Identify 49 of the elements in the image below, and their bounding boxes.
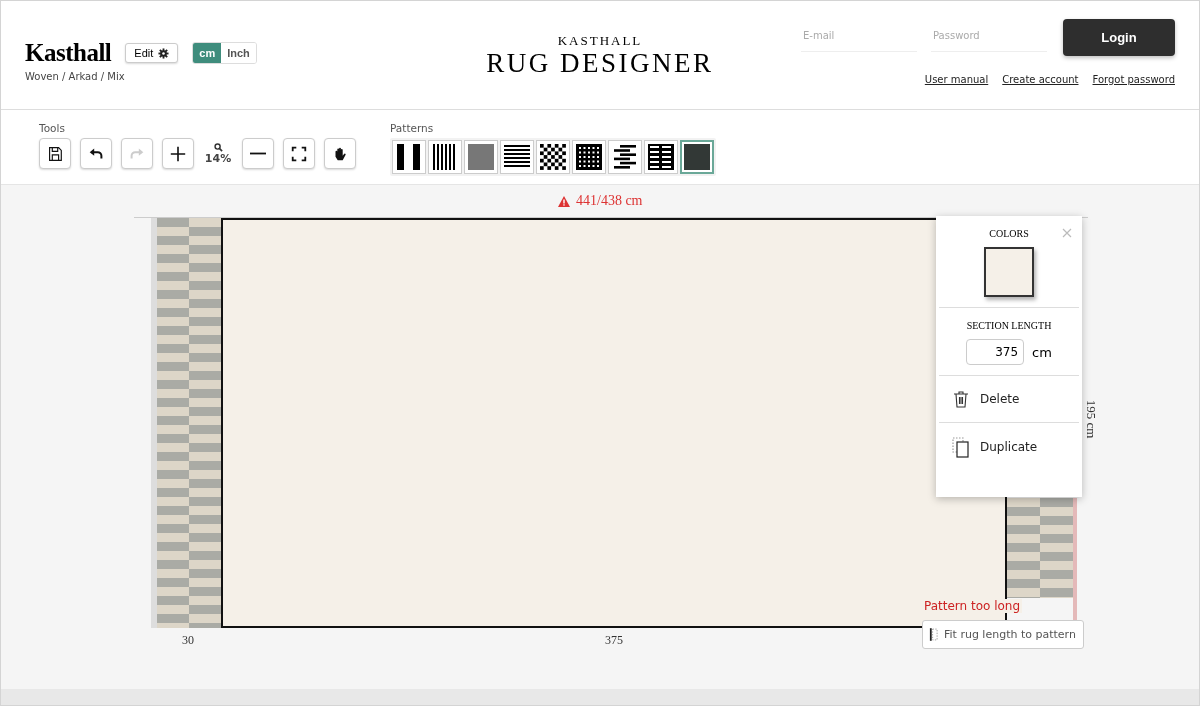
unit-toggle[interactable]: cm — [193, 43, 222, 63]
section-length-field[interactable]: 375 — [966, 339, 1025, 365]
zoom-in-icon — [169, 144, 187, 163]
fit-length-button[interactable]: Fit rug length to pattern — [922, 620, 1084, 649]
trash-icon — [951, 389, 971, 409]
fit-icon — [929, 627, 938, 642]
patterns-label: Patterns — [390, 122, 435, 134]
brand-name: Kasthall — [25, 39, 112, 67]
gear-icon — [158, 47, 170, 59]
pan-button[interactable] — [324, 138, 356, 169]
pattern-swatch[interactable] — [608, 140, 642, 174]
breadcrumb: Woven / Arkad / Mix — [25, 71, 126, 82]
zoom-level: 14% — [204, 151, 232, 165]
header-link[interactable]: Create account — [1002, 74, 1079, 85]
logo-title: RUG DESIGNER — [486, 48, 714, 78]
pattern-swatch[interactable] — [536, 140, 570, 174]
pattern-swatch[interactable] — [464, 140, 498, 174]
error-message: Pattern too long — [922, 599, 1023, 613]
length-warning: 441/438 cm — [576, 193, 643, 209]
section-length-label: 375 — [605, 633, 623, 648]
pattern-swatch[interactable] — [392, 140, 426, 174]
search-icon — [213, 142, 223, 152]
color-swatch[interactable] — [984, 247, 1034, 297]
pattern-swatch[interactable] — [680, 140, 714, 174]
section-length-label: 30 — [182, 633, 194, 648]
unit-label: cm — [1032, 344, 1052, 360]
section-length-heading: SECTION LENGTH — [966, 320, 1052, 331]
fit-icon — [290, 144, 308, 163]
zoom-out-icon — [249, 152, 267, 155]
fit-button[interactable] — [283, 138, 315, 169]
duplicate-icon — [951, 435, 971, 458]
save-icon — [46, 144, 64, 163]
zoom-in-button[interactable] — [162, 138, 194, 169]
logo-subtitle: KASTHALL — [557, 34, 643, 48]
pattern-swatch[interactable] — [644, 140, 678, 174]
header-link[interactable]: Forgot password — [1092, 74, 1175, 85]
login-button[interactable]: Login — [1063, 19, 1175, 56]
pattern-swatch[interactable] — [500, 140, 534, 174]
zoom-out-button[interactable] — [242, 138, 274, 169]
pattern-swatch[interactable] — [572, 140, 606, 174]
undo-button[interactable] — [80, 138, 112, 169]
edit-button[interactable]: Edit — [125, 43, 179, 63]
tools-label: Tools — [39, 122, 66, 134]
save-button[interactable] — [39, 138, 71, 169]
colors-heading: COLORS — [989, 228, 1029, 239]
warning-icon — [558, 195, 570, 207]
pattern-swatch[interactable] — [428, 140, 462, 174]
header-link[interactable]: User manual — [924, 74, 989, 85]
width-label: 195 cm — [1083, 399, 1100, 439]
